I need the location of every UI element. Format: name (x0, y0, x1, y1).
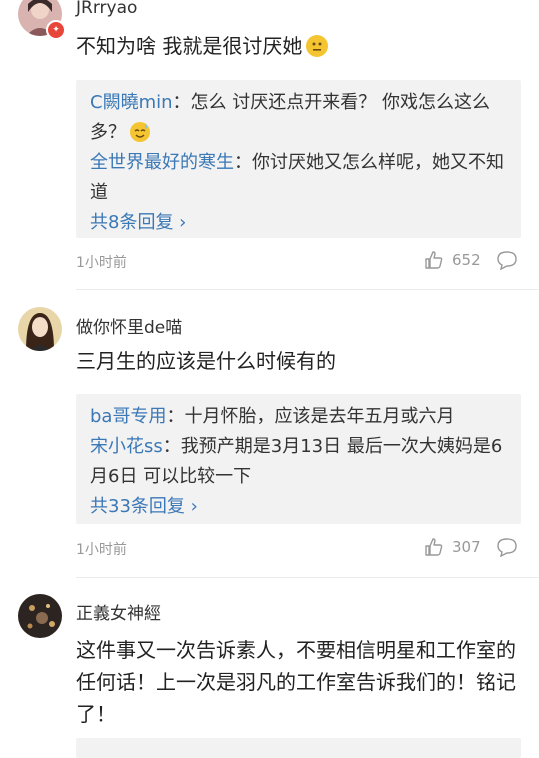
reply-username[interactable]: C闕曉min (90, 92, 173, 113)
like-button[interactable]: 307 (424, 537, 481, 557)
reply-comment-icon[interactable] (496, 250, 518, 274)
reply-comment-icon[interactable] (496, 537, 518, 561)
divider (76, 289, 539, 290)
reply-username[interactable]: ba哥专用 (90, 406, 166, 427)
verified-badge-icon: ✦ (46, 20, 66, 40)
divider (76, 577, 539, 578)
reply-text: ：十月怀胎，应该是去年五月或六月 (166, 406, 455, 427)
reply-item: 宋小花ss：我预产期是3月13日 最后一次大姨妈是6月6日 可以比较一下 (90, 432, 507, 492)
like-count: 307 (452, 538, 481, 556)
thumbs-up-icon (425, 538, 443, 556)
more-replies-link[interactable]: 共8条回复 › (90, 208, 507, 238)
chevron-right-icon: › (184, 496, 198, 517)
reply-item: C闕曉min：怎么 讨厌还点开来看？ 你戏怎么这么多？ (90, 88, 507, 148)
more-replies-link[interactable]: 共33条回复 › (90, 492, 507, 522)
reply-username[interactable]: 宋小花ss (90, 436, 163, 457)
sweat-smile-emoji-icon (130, 122, 150, 142)
reply-item: 全世界最好的寒生：你讨厌她又怎么样呢，她又不知道 (90, 148, 507, 208)
timestamp: 1小时前 (76, 255, 127, 271)
chevron-right-icon: › (173, 212, 187, 233)
thumbs-up-icon (425, 251, 443, 269)
neutral-face-emoji-icon (306, 35, 329, 57)
reply-box: C闕曉min：怎么 讨厌还点开来看？ 你戏怎么这么多？ 全世界最好的寒生：你讨厌… (76, 80, 521, 238)
reply-item: ba哥专用：十月怀胎，应该是去年五月或六月 (90, 402, 507, 432)
reply-box: ba哥专用：十月怀胎，应该是去年五月或六月 宋小花ss：我预产期是3月13日 最… (76, 394, 521, 524)
username[interactable]: 做你怀里de喵 (76, 313, 182, 338)
comment-text: 这件事又一次告诉素人，不要相信明星和工作室的任何话！上一次是羽凡的工作室告诉我们… (76, 638, 516, 726)
comment-text: 三月生的应该是什么时候有的 (76, 349, 336, 373)
avatar[interactable] (18, 594, 62, 638)
username[interactable]: 正義女神經 (76, 599, 161, 624)
comment-text: 不知为啥 我就是很讨厌她 (76, 30, 516, 62)
reply-box (76, 738, 521, 758)
like-count: 652 (452, 251, 481, 269)
reply-username[interactable]: 全世界最好的寒生 (90, 152, 234, 173)
like-button[interactable]: 652 (424, 250, 481, 270)
username[interactable]: JRrryao (76, 0, 137, 18)
avatar[interactable] (18, 307, 62, 351)
timestamp: 1小时前 (76, 542, 127, 558)
